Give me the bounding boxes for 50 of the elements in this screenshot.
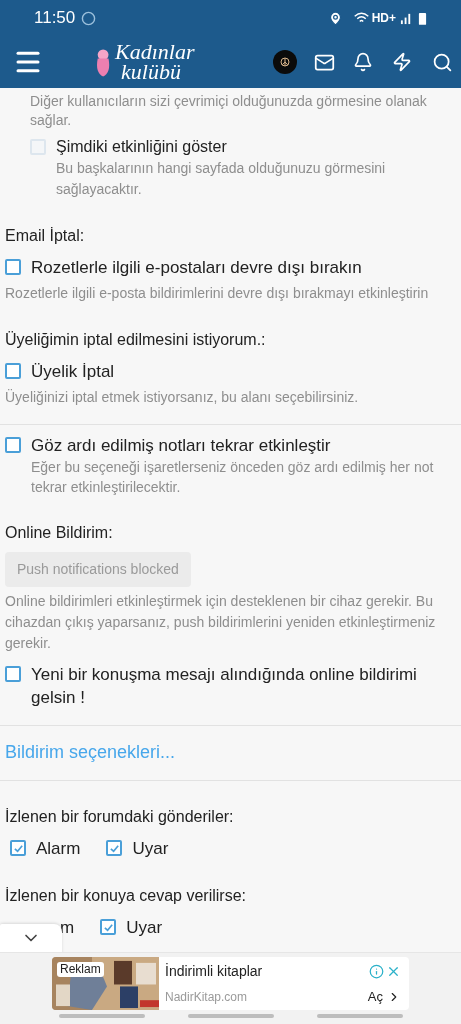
checkbox[interactable] [5,666,21,682]
info-icon[interactable] [369,963,384,979]
ad-title: İndirimli kitaplar [165,961,264,981]
checkbox-label[interactable]: Uyar [126,916,163,939]
site-logo[interactable]: Kadınlar kulübü [115,42,195,82]
checkbox[interactable] [100,919,117,935]
checkbox-label[interactable]: Uyar [132,837,169,860]
wifi-icon [352,11,370,25]
checkbox-label[interactable]: Rozetlerle ilgili e-postaları devre dışı bırakın [31,256,362,279]
ad-banner[interactable]: Reklam İndirimli kitaplar NadirKitap.com Aç [52,957,409,1010]
check-icon [108,842,120,854]
signal-icon [400,11,413,25]
checkbox[interactable] [5,363,21,379]
option-description: Üyeliğinizi iptal etmek istiyorsanız, bu alanı seçebilirsiniz. [4,388,360,407]
check-icon [102,921,114,933]
ad-domain: NadirKitap.com [165,988,249,1006]
checkbox-label[interactable]: Üyelik İptal [31,360,115,383]
nav-handle-icon[interactable] [58,1014,145,1018]
option-description: Rozetlerle ilgili e-posta bildirimlerini devre dışı bırakmayı etkinleştirin [4,284,430,303]
checkbox-label[interactable]: Göz ardı edilmiş notları tekrar etkinleştir [31,434,456,457]
checkbox[interactable] [5,259,21,275]
section-heading: Üyeliğimin iptal edilmesini istiyorum.: [4,330,267,350]
nav-handle-icon[interactable] [187,1014,274,1018]
checkbox[interactable] [5,437,21,453]
battery-icon [418,10,427,26]
checkbox-label[interactable]: Yeni bir konuşma mesajı alındığında online bildirimi gelsin ! [31,663,456,709]
section-heading: Email İptal: [4,226,86,246]
option-description: Online bildirimleri etkinleştirmek için desteklenen bir cihaz gerekir. Bu cihazdan çıkış yaparsanız, push bildirimlerini yeniden etkinleştirmeniz gerekir. [4,592,437,653]
location-icon [327,10,343,26]
ad-badge: Reklam [57,962,104,977]
section-heading: İzlenen bir forumdaki gönderiler: [4,807,235,827]
checkbox-label[interactable]: Alarm [36,837,81,860]
checkbox-label[interactable]: m [60,916,75,939]
ad-open-button[interactable]: Aç [367,986,383,1007]
avatar-icon[interactable] [273,50,297,74]
nav-handle-icon[interactable] [316,1014,403,1018]
option-description: Bu başkalarının hangi sayfada olduğunuzu görmesini sağlayacaktır. [56,159,387,199]
clock-icon [81,10,97,26]
lightning-icon[interactable] [392,52,412,72]
network-type: HD+ [371,10,396,27]
section-heading: Online Bildirim: [4,523,114,543]
status-time: 11:50 [34,7,76,30]
search-icon[interactable] [432,51,453,73]
section-heading: İzlenen bir konuya cevap verilirse: [4,886,247,906]
bell-icon[interactable] [353,52,373,72]
option-description: Eğer bu seçeneği işaretlerseniz önceden göz ardı edilmiş her not tekrar etkinleştirilecektir. [31,458,435,497]
checkbox[interactable] [106,840,123,856]
checkbox[interactable] [10,840,26,856]
check-icon [12,842,24,854]
option-description: Diğer kullanıcıların sizi çevrimiçi olduğunuzda görmesine olanak sağlar. [29,92,428,130]
